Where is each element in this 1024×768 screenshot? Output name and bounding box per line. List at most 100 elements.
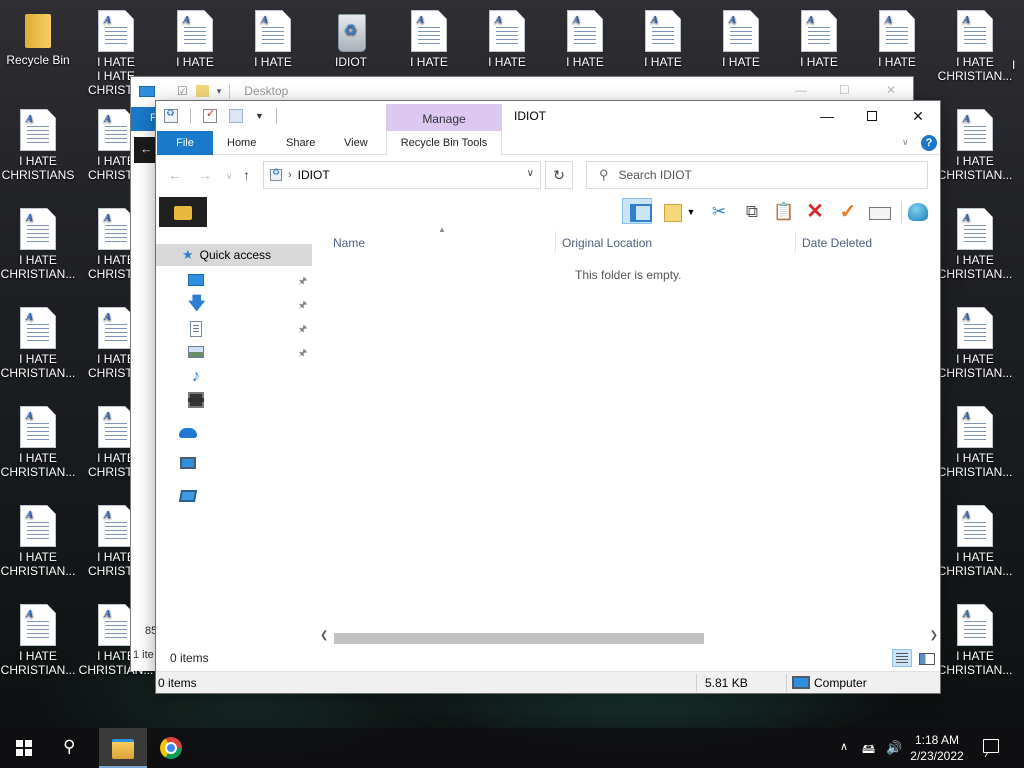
desktop-icon-document[interactable]: I HATE CHRISTIAN...: [937, 406, 1013, 479]
forward-arrow-icon[interactable]: →: [198, 167, 212, 183]
new-item-icon[interactable]: [229, 109, 243, 123]
pin-icon[interactable]: 🖈: [298, 298, 307, 315]
back-arrow-icon[interactable]: ←: [168, 167, 182, 183]
column-divider[interactable]: [555, 231, 556, 253]
recent-locations-chevron-icon[interactable]: ∨: [226, 171, 233, 182]
pictures-icon[interactable]: [188, 346, 204, 358]
desktop-icon-recycle-bin-folder[interactable]: Recycle Bin: [0, 10, 76, 67]
tab-recycle-bin-tools[interactable]: Recycle Bin Tools: [386, 131, 502, 155]
rename-icon[interactable]: [868, 201, 891, 223]
desktop-icon-document[interactable]: I HATE CHRISTIAN...: [937, 208, 1013, 281]
scrollbar-thumb[interactable]: [334, 633, 704, 644]
help-icon[interactable]: ?: [921, 135, 937, 151]
horizontal-scrollbar[interactable]: ❮ ❯: [318, 630, 940, 646]
column-header-date-deleted[interactable]: Date Deleted: [802, 233, 872, 253]
pin-icon[interactable]: 🖈: [298, 346, 307, 363]
desktop-icon-document[interactable]: I HATE: [547, 10, 623, 69]
background-file-tab[interactable]: F: [131, 107, 157, 131]
desktop-icon-document[interactable]: I HATE: [391, 10, 467, 69]
cut-icon[interactable]: ✂: [708, 201, 730, 223]
pin-icon[interactable]: 🖈: [298, 322, 307, 339]
breadcrumb-current[interactable]: IDIOT: [298, 168, 330, 182]
videos-icon[interactable]: [188, 392, 204, 408]
desktop-icon-document[interactable]: I HATE: [859, 10, 935, 69]
back-arrow-icon[interactable]: ←: [134, 137, 156, 163]
sidebar-item-quick-access[interactable]: ★ Quick access: [156, 244, 312, 266]
desktop-icon-document[interactable]: I HATE CHRISTIAN...: [937, 604, 1013, 677]
desktop-icon-document[interactable]: I HATE CHRISTIAN...: [937, 307, 1013, 380]
desktop-icon-document[interactable]: I HATE CHRISTIANS: [0, 109, 76, 182]
volume-icon[interactable]: 🔊: [886, 740, 902, 756]
desktop-icon-document[interactable]: I HATE CHRISTIAN...: [0, 505, 76, 578]
checkmark-icon[interactable]: ✓: [837, 201, 859, 223]
desktop-icon-document[interactable]: I HATE: [235, 10, 311, 69]
system-clock[interactable]: 1:18 AM 2/23/2022: [906, 732, 968, 764]
tab-share[interactable]: Share: [286, 131, 315, 155]
tab-view[interactable]: View: [344, 131, 368, 155]
large-icons-view-icon[interactable]: [916, 649, 936, 667]
desktop-icon-document[interactable]: I HATE CHRISTIAN...: [937, 109, 1013, 182]
refresh-icon[interactable]: ↻: [545, 161, 573, 189]
search-input[interactable]: ⚲ Search IDIOT: [586, 161, 928, 189]
onedrive-icon[interactable]: [179, 428, 197, 438]
desktop-icon-document[interactable]: I HATE: [781, 10, 857, 69]
desktop-icon-document[interactable]: I HATE: [469, 10, 545, 69]
desktop-icon[interactable]: [188, 274, 204, 286]
column-header-original-location[interactable]: Original Location: [562, 233, 652, 253]
expand-ribbon-chevron-icon[interactable]: ∨: [902, 137, 909, 148]
up-arrow-icon[interactable]: ↑: [243, 167, 250, 183]
desktop-icon-label: I HATE CHRISTIAN...: [0, 253, 76, 281]
pin-icon[interactable]: 🖈: [298, 274, 307, 291]
column-divider[interactable]: [795, 231, 796, 253]
scroll-right-icon[interactable]: ❯: [930, 630, 938, 641]
details-view-icon[interactable]: [892, 649, 912, 667]
properties-icon[interactable]: [203, 107, 217, 123]
chevron-down-icon[interactable]: ▼: [255, 111, 264, 121]
maximize-button[interactable]: [849, 104, 895, 128]
notification-center-icon[interactable]: [983, 739, 999, 753]
desktop-icon-document[interactable]: I HATE CHRISTIAN...: [0, 307, 76, 380]
desktop-icon-document[interactable]: I HATE: [157, 10, 233, 69]
copy-icon[interactable]: ⧉: [741, 201, 763, 223]
desktop-icon-document[interactable]: I HATE CHRISTIAN...: [0, 208, 76, 281]
shell-icon[interactable]: [907, 201, 929, 223]
tab-file[interactable]: File: [157, 131, 213, 155]
paste-icon[interactable]: 📋: [773, 201, 795, 223]
preview-pane-button[interactable]: [622, 198, 652, 224]
start-button[interactable]: [16, 740, 32, 756]
manage-context-tab[interactable]: Manage: [386, 104, 502, 131]
column-header-name[interactable]: Name: [333, 233, 365, 253]
desktop-icon-document[interactable]: I HATE: [625, 10, 701, 69]
delete-icon[interactable]: ✕: [804, 201, 826, 223]
change-view-icon[interactable]: [662, 201, 684, 223]
minimize-icon[interactable]: —: [795, 83, 807, 97]
this-pc-icon[interactable]: [180, 457, 196, 469]
desktop-icon-document[interactable]: I HATE: [703, 10, 779, 69]
taskbar-file-explorer-button[interactable]: [99, 728, 147, 768]
desktop-icon-recycle-bin[interactable]: IDIOT: [313, 10, 389, 69]
chevron-up-icon[interactable]: ∧: [840, 740, 848, 753]
scroll-left-icon[interactable]: ❮: [320, 630, 328, 641]
address-dropdown-icon[interactable]: ∨: [527, 168, 534, 179]
maximize-icon[interactable]: ☐: [839, 83, 850, 97]
close-icon[interactable]: ✕: [886, 83, 896, 97]
desktop-icon-document[interactable]: I HATE CHRISTIAN...: [937, 10, 1013, 83]
network-icon[interactable]: 🖴: [862, 740, 875, 762]
network-icon[interactable]: [178, 490, 198, 502]
desktop-icon-document[interactable]: I HATE CHRISTIAN...: [0, 604, 76, 677]
music-icon[interactable]: ♪: [188, 367, 204, 384]
search-icon[interactable]: ⚲: [63, 737, 75, 757]
desktop-icon-document[interactable]: I HATE CHRISTIAN...: [937, 505, 1013, 578]
downloads-icon[interactable]: 🡇: [188, 295, 205, 312]
tab-home[interactable]: Home: [227, 131, 256, 155]
minimize-button[interactable]: —: [804, 104, 850, 128]
window-titlebar[interactable]: ▼ Manage IDIOT — ✕: [156, 101, 940, 131]
recycle-bin-window[interactable]: ▼ Manage IDIOT — ✕ File Home Share View …: [155, 100, 941, 694]
desktop-icon-document[interactable]: I HATE CHRISTIAN...: [0, 406, 76, 479]
close-button[interactable]: ✕: [895, 104, 941, 128]
breadcrumb-chevron-icon[interactable]: ›: [288, 169, 292, 181]
chevron-down-icon[interactable]: ▼: [686, 201, 696, 223]
address-bar[interactable]: › IDIOT ∨: [263, 161, 541, 189]
documents-icon[interactable]: [190, 321, 202, 337]
taskbar-chrome-icon[interactable]: [160, 737, 182, 759]
